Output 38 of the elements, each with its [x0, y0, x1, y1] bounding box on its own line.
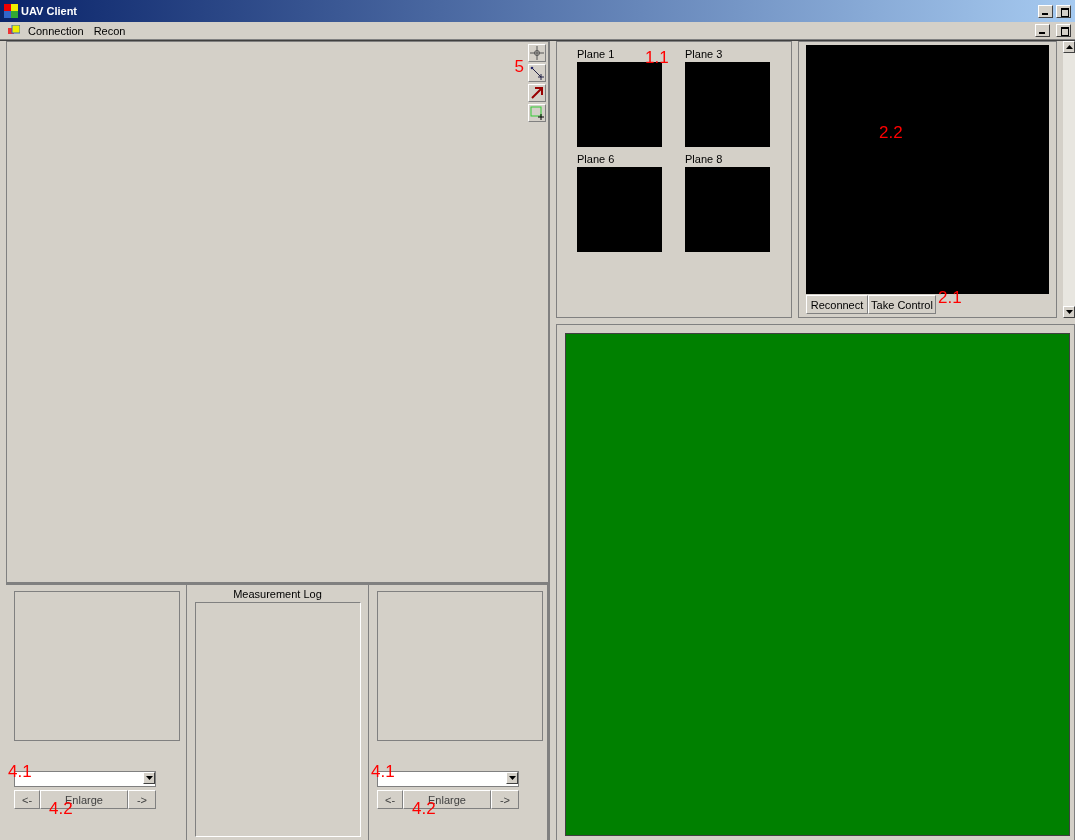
scrollbar[interactable] [1063, 41, 1075, 318]
annotation-label: 5 [514, 58, 524, 75]
annotation-label: 4.1 [371, 763, 395, 780]
reconnect-button[interactable]: Reconnect [806, 295, 868, 314]
plane-label: Plane 1 [577, 48, 615, 60]
annotation-label: 2.2 [879, 124, 903, 141]
up-arrow-icon [1065, 45, 1073, 49]
line-tool-icon [530, 66, 544, 80]
previous-button[interactable]: <- [377, 790, 403, 809]
rectangle-tool-icon [530, 106, 544, 120]
menu-item[interactable]: Connection [26, 24, 86, 37]
document-icon [8, 24, 20, 37]
menu-item[interactable]: Recon [91, 24, 128, 37]
plane-label: Plane 6 [577, 153, 615, 165]
crosshair-icon [530, 46, 544, 60]
restore-button[interactable] [1056, 4, 1071, 18]
tool-button[interactable] [528, 64, 546, 82]
down-arrow-icon [145, 776, 153, 780]
app-icon [4, 4, 18, 18]
take-control-button[interactable]: Take Control [868, 295, 936, 314]
panel-title: Measurement Log [233, 588, 322, 600]
down-arrow-icon [508, 776, 516, 780]
arrow-icon [530, 86, 544, 100]
previous-button[interactable]: <- [14, 790, 40, 809]
down-arrow-icon [1065, 310, 1073, 314]
next-button[interactable]: -> [128, 790, 156, 809]
tool-button[interactable] [528, 44, 546, 62]
tool-button[interactable] [528, 84, 546, 102]
window-title: UAV Client [21, 5, 78, 17]
annotation-label: 2.1 [938, 289, 962, 306]
minimize-button[interactable] [1038, 4, 1053, 18]
next-button[interactable]: -> [491, 790, 519, 809]
plane-label: Plane 3 [685, 48, 723, 60]
plane-label: Plane 8 [685, 153, 723, 165]
tool-button[interactable] [528, 104, 546, 122]
restore-button[interactable] [1056, 24, 1071, 37]
minimize-button[interactable] [1035, 24, 1050, 37]
annotation-label: 4.1 [8, 763, 32, 780]
